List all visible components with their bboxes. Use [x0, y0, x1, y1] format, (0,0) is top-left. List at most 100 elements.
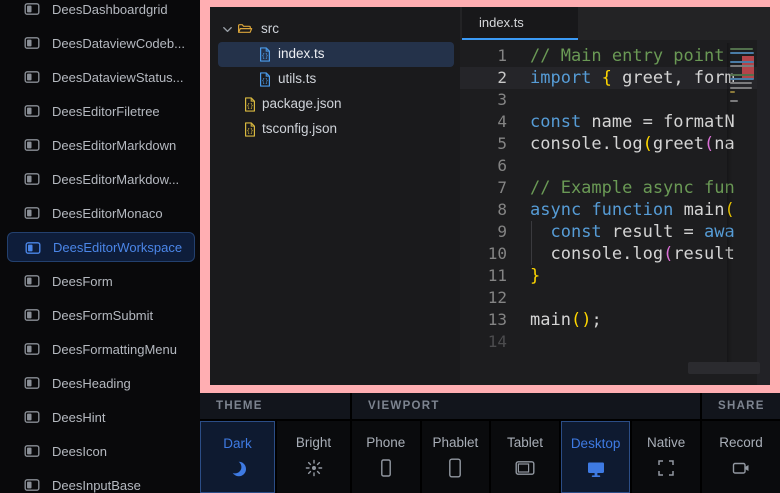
- button-label: Phone: [366, 435, 405, 450]
- tablet-landscape-icon: [515, 458, 535, 478]
- phone-portrait-icon: [376, 458, 396, 478]
- line-number: 10: [460, 243, 516, 265]
- line-content: import { greet, form: [516, 67, 735, 89]
- sidebar-item-deesformattingmenu[interactable]: DeesFormattingMenu: [7, 334, 195, 364]
- line-content: const name = formatN: [516, 111, 735, 133]
- sidebar-item-label: DeesEditorMarkdow...: [52, 172, 179, 187]
- file-tree: src {}index.ts{}utils.ts {} package.json {}t…: [210, 7, 460, 385]
- tree-item-label: src: [261, 21, 279, 36]
- code-editor: index.ts 1// Main entry point2import { g…: [460, 7, 770, 385]
- sidebar-item-deesheading[interactable]: DeesHeading: [7, 368, 195, 398]
- line-content: const result = awa: [516, 221, 735, 243]
- component-panel-icon: [24, 137, 40, 153]
- sidebar-item-deeseditorfiletree[interactable]: DeesEditorFiletree: [7, 96, 195, 126]
- tree-item-utils.ts[interactable]: {}utils.ts: [218, 67, 454, 92]
- folder-open-icon: [237, 21, 253, 38]
- vertical-scrollbar[interactable]: [757, 40, 770, 385]
- sidebar-item-deeseditormarkdow[interactable]: DeesEditorMarkdow...: [7, 164, 195, 194]
- group-header: THEME: [200, 393, 350, 419]
- button-label: Bright: [296, 435, 331, 450]
- code-area[interactable]: 1// Main entry point2import { greet, for…: [460, 40, 770, 385]
- minimap-line: [730, 82, 752, 84]
- component-panel-icon: [24, 171, 40, 187]
- component-panel-icon: [24, 205, 40, 221]
- sidebar-item-label: DeesEditorWorkspace: [53, 240, 182, 255]
- button-label: Dark: [223, 436, 252, 451]
- component-sidebar: DeesDashboardgrid DeesDataviewCodeb... Dee…: [0, 0, 200, 493]
- line-content: // Main entry point: [516, 45, 724, 67]
- button-label: Tablet: [507, 435, 543, 450]
- sidebar-item-deesdashboardgrid[interactable]: DeesDashboardgrid: [7, 0, 195, 24]
- tree-item-src[interactable]: src: [218, 17, 454, 42]
- line-number: 14: [460, 331, 516, 353]
- native-button[interactable]: Native: [632, 421, 700, 493]
- sidebar-item-deesform[interactable]: DeesForm: [7, 266, 195, 296]
- tablet-button[interactable]: Tablet: [491, 421, 559, 493]
- code-line-12: 12: [460, 287, 770, 309]
- sidebar-item-label: DeesFormSubmit: [52, 308, 153, 323]
- component-panel-icon: [24, 341, 40, 357]
- minimap-line: [730, 91, 735, 93]
- phone-button[interactable]: Phone: [352, 421, 420, 493]
- sidebar-item-deeshint[interactable]: DeesHint: [7, 402, 195, 432]
- line-number: 6: [460, 155, 516, 177]
- button-label: Desktop: [571, 436, 621, 451]
- sidebar-item-deesdataviewcodeb[interactable]: DeesDataviewCodeb...: [7, 28, 195, 58]
- svg-text:{}: {}: [261, 53, 268, 60]
- minimap-line: [730, 65, 754, 67]
- dark-button[interactable]: Dark: [200, 421, 275, 493]
- sidebar-item-label: DeesHint: [52, 410, 105, 425]
- button-label: Record: [719, 435, 763, 450]
- sidebar-item-deeseditormonaco[interactable]: DeesEditorMonaco: [7, 198, 195, 228]
- sidebar-item-deesinputbase[interactable]: DeesInputBase: [7, 470, 195, 493]
- group-header: VIEWPORT: [352, 393, 700, 419]
- json-file-icon: {}: [242, 96, 258, 113]
- phablet-button[interactable]: Phablet: [422, 421, 490, 493]
- sidebar-item-deesicon[interactable]: DeesIcon: [7, 436, 195, 466]
- tree-item-label: package.json: [262, 96, 342, 111]
- component-panel-icon: [24, 409, 40, 425]
- app-window: DeesDashboardgrid DeesDataviewCodeb... Dee…: [0, 0, 780, 493]
- sidebar-item-deeseditorworkspace[interactable]: DeesEditorWorkspace: [7, 232, 195, 262]
- phablet-portrait-icon: [445, 458, 465, 478]
- chevron-down-icon[interactable]: [220, 22, 235, 37]
- code-line-5: 5console.log(greet(na: [460, 133, 770, 155]
- minimap-line: [730, 87, 752, 89]
- sidebar-item-label: DeesDashboardgrid: [52, 2, 168, 17]
- horizontal-scrollbar[interactable]: [688, 362, 760, 374]
- record-button[interactable]: Record: [702, 421, 780, 493]
- line-number: 13: [460, 309, 516, 331]
- sidebar-item-label: DeesEditorFiletree: [52, 104, 160, 119]
- bright-button[interactable]: Bright: [277, 421, 350, 493]
- minimap-line: [730, 48, 753, 50]
- tree-item-tsconfig.json[interactable]: {}tsconfig.json: [218, 117, 454, 142]
- tree-item-package.json[interactable]: {} package.json: [218, 92, 454, 117]
- group-buttons: Phone Phablet Tablet Desktop Native: [352, 421, 700, 493]
- sidebar-item-deeseditormarkdown[interactable]: DeesEditorMarkdown: [7, 130, 195, 160]
- editor-tab-bar: index.ts: [460, 7, 770, 40]
- sidebar-item-deesdataviewstatus[interactable]: DeesDataviewStatus...: [7, 62, 195, 92]
- minimap-line: [730, 100, 738, 102]
- minimap[interactable]: [727, 43, 757, 373]
- component-panel-icon: [24, 443, 40, 459]
- tab-label: index.ts: [479, 15, 524, 30]
- code-line-1: 1// Main entry point: [460, 45, 770, 67]
- sidebar-item-label: DeesDataviewCodeb...: [52, 36, 185, 51]
- line-content: console.log(greet(na: [516, 133, 735, 155]
- desktop-button[interactable]: Desktop: [561, 421, 631, 493]
- component-panel-icon: [24, 307, 40, 323]
- monitor-icon: [586, 459, 606, 479]
- line-number: 2: [460, 67, 516, 89]
- sidebar-item-deesformsubmit[interactable]: DeesFormSubmit: [7, 300, 195, 330]
- component-panel-icon: [24, 35, 40, 51]
- minimap-line: [730, 78, 754, 80]
- tree-item-index.ts[interactable]: {}index.ts: [218, 42, 454, 67]
- sidebar-item-label: DeesFormattingMenu: [52, 342, 177, 357]
- line-content: main();: [516, 309, 602, 331]
- code-line-10: 10 console.log(result: [460, 243, 770, 265]
- minimap-line: [730, 61, 754, 63]
- line-number: 11: [460, 265, 516, 287]
- tab-index-ts[interactable]: index.ts: [462, 7, 578, 40]
- group-buttons: Dark Bright: [200, 421, 350, 493]
- line-content: console.log(result: [516, 243, 735, 265]
